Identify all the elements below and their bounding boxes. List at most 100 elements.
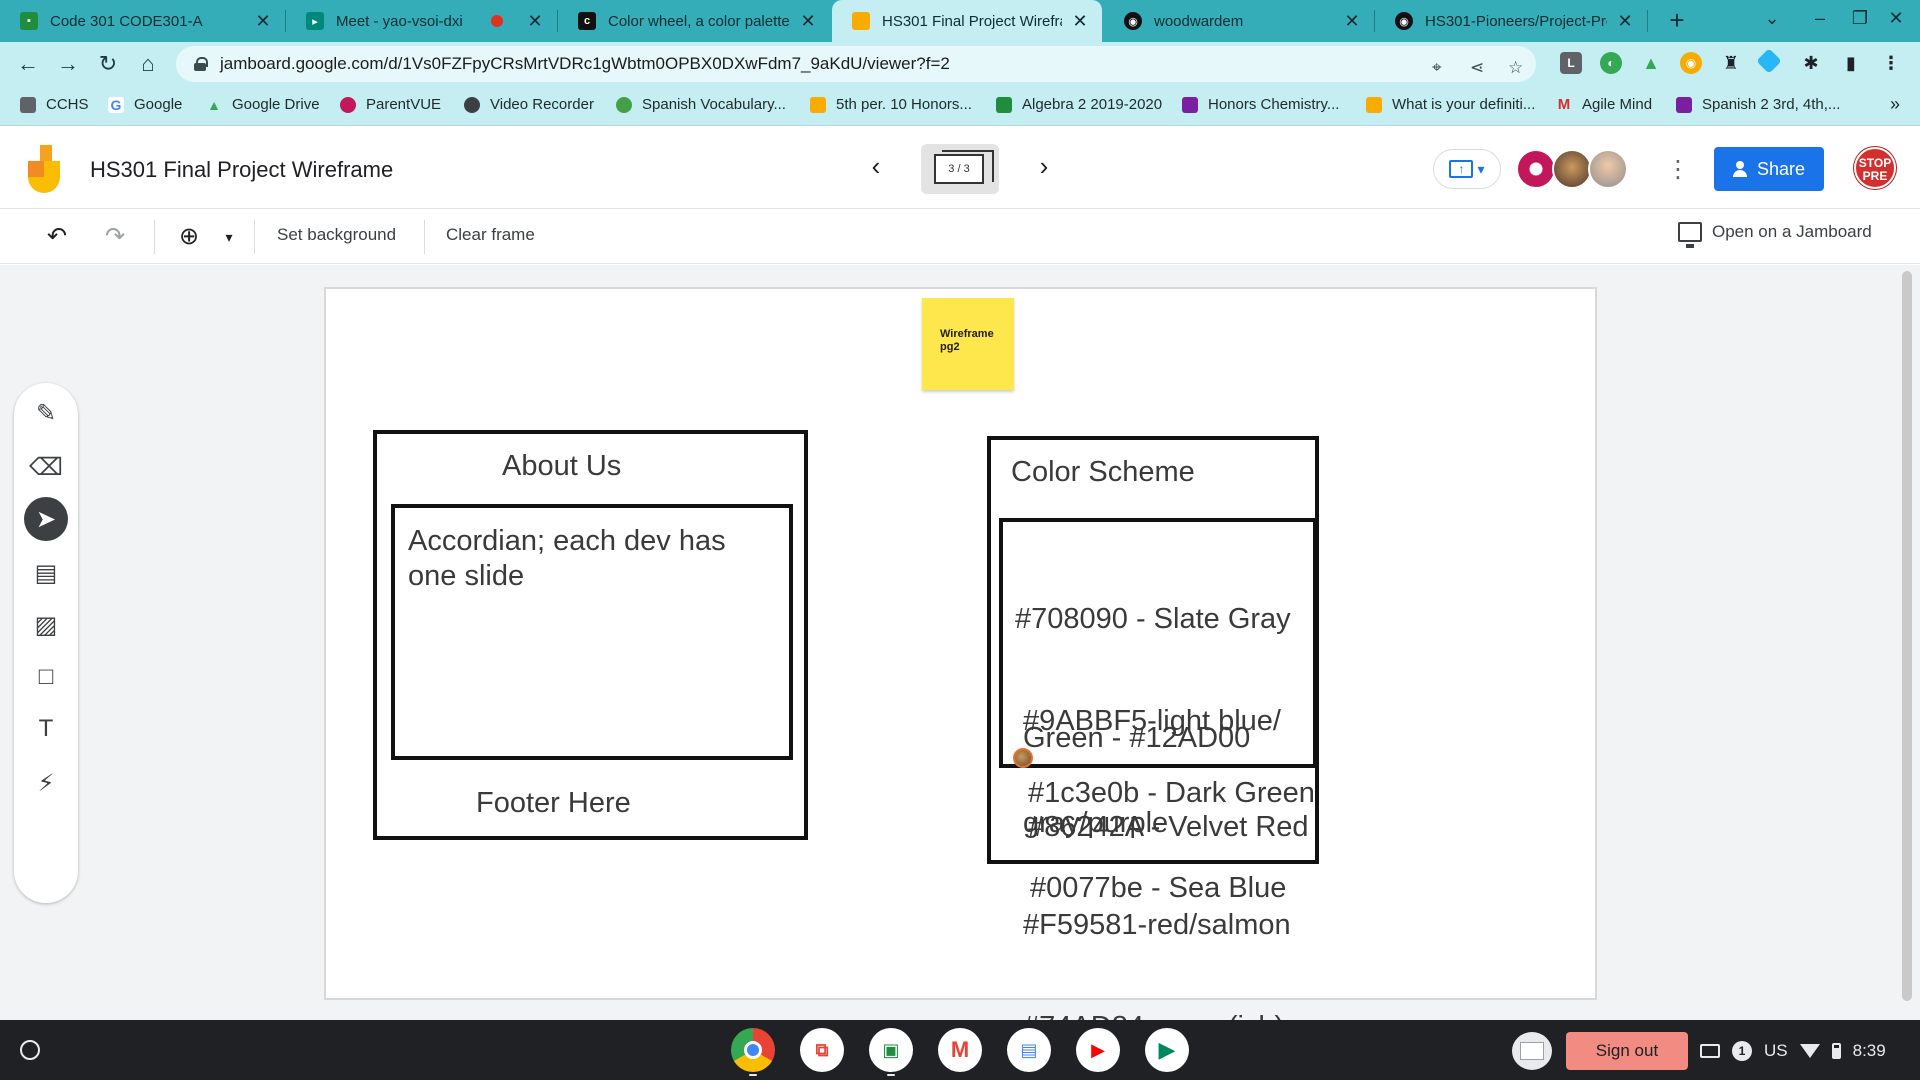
canvas-scrollbar[interactable] [1902, 271, 1912, 1001]
tab-meet[interactable]: ▸ Meet - yao-vsoi-dxi ✕ [286, 0, 557, 42]
browser-tab-strip: ▪ Code 301 CODE301-A ✕ ▸ Meet - yao-vsoi… [0, 0, 1920, 42]
zoom-dropdown-icon[interactable]: ▾ [214, 222, 244, 252]
previous-frame-icon[interactable]: ‹ [860, 151, 892, 183]
close-window-icon[interactable]: ✕ [1884, 8, 1908, 29]
select-arrow-icon[interactable]: ➤ [24, 497, 68, 541]
drive-extension-icon[interactable]: ▲ [1640, 52, 1662, 74]
bookmark-algebra-2[interactable]: Algebra 2 2019-2020 [996, 96, 1162, 113]
document-title[interactable]: HS301 Final Project Wireframe [90, 157, 393, 183]
tab-jamboard[interactable]: HS301 Final Project Wirefran ✕ [832, 0, 1102, 42]
eraser-icon[interactable]: ⌫ [24, 445, 68, 489]
share-page-icon[interactable]: ⋖ [1470, 58, 1484, 78]
laser-icon[interactable]: ⚡ [24, 761, 68, 805]
address-bar[interactable]: jamboard.google.com/d/1Vs0FZFpyCRsMrtVDR… [176, 46, 1536, 82]
chrome-icon[interactable] [731, 1028, 775, 1072]
extension-orange-icon[interactable]: ◉ [1680, 52, 1702, 74]
holding-space-icon[interactable] [1512, 1032, 1552, 1070]
tab-code301[interactable]: ▪ Code 301 CODE301-A ✕ [0, 0, 285, 42]
tab-color-wheel[interactable]: c Color wheel, a color palette g ✕ [558, 0, 830, 42]
parentvue-icon [340, 96, 356, 113]
globe-icon [464, 96, 480, 113]
side-panel-icon[interactable]: ▮ [1840, 52, 1862, 74]
tab-title: Code 301 CODE301-A [50, 12, 203, 30]
browser-menu-icon[interactable]: ⋮ [1880, 52, 1902, 74]
text-box-icon[interactable]: T [24, 707, 68, 751]
url-text[interactable]: jamboard.google.com/d/1Vs0FZFpyCRsMrtVDR… [220, 54, 950, 74]
restore-icon[interactable]: ❐ [1848, 8, 1872, 29]
redo-icon[interactable]: ↷ [100, 222, 130, 252]
close-icon[interactable]: ✕ [1070, 11, 1090, 32]
close-icon[interactable]: ✕ [798, 11, 818, 32]
extension-green-icon[interactable]: ◐ [1600, 52, 1622, 74]
bookmark-cchs[interactable]: CCHS [20, 96, 89, 113]
set-background-button[interactable]: Set background [277, 225, 396, 245]
bookmark-agile-mind[interactable]: M Agile Mind [1556, 96, 1652, 113]
gmail-icon[interactable]: M [938, 1028, 982, 1072]
undo-icon[interactable]: ↶ [42, 222, 72, 252]
home-icon[interactable]: ⌂ [132, 48, 164, 80]
bookmark-5th-per[interactable]: 5th per. 10 Honors... [810, 96, 972, 113]
os-shelf: ⧉ ▣ M ▤ ▶ ▶ Sign out 1 US 8:39 [0, 1020, 1920, 1080]
screencast-icon[interactable]: ⧉ [800, 1028, 844, 1072]
extension-l-icon[interactable]: L [1560, 52, 1582, 74]
classroom-icon [1366, 96, 1382, 113]
share-button[interactable]: Share [1714, 147, 1824, 191]
bookmark-video-recorder[interactable]: Video Recorder [464, 96, 594, 113]
youtube-icon[interactable]: ▶ [1076, 1028, 1120, 1072]
extensions-puzzle-icon[interactable]: ✱ [1800, 52, 1822, 74]
shape-icon[interactable]: □ [24, 655, 68, 699]
screen-capture-icon [1700, 1044, 1720, 1058]
classroom-icon[interactable]: ▣ [869, 1028, 913, 1072]
bookmark-google-drive[interactable]: ▲ Google Drive [206, 96, 320, 113]
color-scheme-heading: Color Scheme [1011, 456, 1195, 488]
bookmark-spanish-vocabulary[interactable]: Spanish Vocabulary... [616, 96, 786, 113]
back-icon[interactable]: ← [12, 48, 44, 80]
tab-search-icon[interactable]: ⌄ [1760, 8, 1784, 29]
lock-icon[interactable] [194, 57, 208, 71]
sign-out-button[interactable]: Sign out [1566, 1032, 1688, 1070]
docs-icon[interactable]: ▤ [1007, 1028, 1051, 1072]
bookmark-label: Google Drive [232, 96, 320, 113]
next-frame-icon[interactable]: › [1028, 151, 1060, 183]
launcher-icon[interactable] [20, 1040, 40, 1060]
frame-bar-toggle[interactable]: 3 / 3 [921, 144, 999, 194]
new-tab-icon[interactable]: + [1662, 6, 1692, 36]
incognito-extension-icon[interactable]: ♜ [1720, 52, 1742, 74]
tab-github-project[interactable]: ◉ HS301-Pioneers/Project-Pre ✕ [1375, 0, 1647, 42]
close-icon[interactable]: ✕ [253, 11, 273, 32]
sticky-note-icon[interactable]: ▤ [24, 551, 68, 595]
bookmark-spanish-2[interactable]: Spanish 2 3rd, 4th,... [1676, 96, 1840, 113]
app-running-indicator [749, 1074, 757, 1076]
close-icon[interactable]: ✕ [1615, 11, 1635, 32]
play-store-icon[interactable]: ▶ [1145, 1028, 1189, 1072]
status-area[interactable]: 1 US 8:39 [1700, 1032, 1910, 1070]
open-on-jamboard-button[interactable]: Open on a Jamboard [1678, 222, 1872, 248]
bookmark-definition[interactable]: What is your definiti... [1366, 96, 1535, 113]
forward-icon[interactable]: → [52, 48, 84, 80]
stop-presenting-extension-icon[interactable]: STOP PRE [1854, 147, 1896, 189]
collaborator-avatar[interactable] [1516, 149, 1556, 189]
more-options-icon[interactable]: ⋮ [1666, 155, 1690, 184]
reload-icon[interactable]: ↻ [92, 48, 124, 80]
tab-title: woodwardem [1154, 12, 1244, 30]
zoom-icon[interactable]: ⊕ [174, 222, 204, 252]
minimize-icon[interactable]: – [1808, 8, 1832, 29]
bookmark-google[interactable]: G Google [108, 96, 182, 113]
collaborator-avatar[interactable] [1588, 149, 1628, 189]
bookmark-star-icon[interactable]: ☆ [1508, 58, 1523, 78]
share-label: Share [1756, 158, 1806, 179]
location-icon[interactable]: ⌖ [1432, 58, 1442, 78]
bookmark-parentvue[interactable]: ParentVUE [340, 96, 441, 113]
close-icon[interactable]: ✕ [1342, 11, 1362, 32]
tab-github-woodwardem[interactable]: ◉ woodwardem ✕ [1104, 0, 1374, 42]
bookmark-honors-chemistry[interactable]: Honors Chemistry... [1182, 96, 1339, 113]
sticky-note[interactable]: Wireframe pg2 [922, 298, 1014, 390]
collaborator-avatar[interactable] [1552, 149, 1592, 189]
close-icon[interactable]: ✕ [525, 11, 545, 32]
classroom-icon [1676, 96, 1692, 113]
present-button[interactable]: ↑ ▾ [1433, 149, 1501, 189]
more-bookmarks-icon[interactable]: » [1890, 94, 1900, 115]
pen-icon[interactable]: ✎ [24, 391, 68, 435]
clear-frame-button[interactable]: Clear frame [446, 225, 535, 245]
image-icon[interactable]: ▨ [24, 603, 68, 647]
